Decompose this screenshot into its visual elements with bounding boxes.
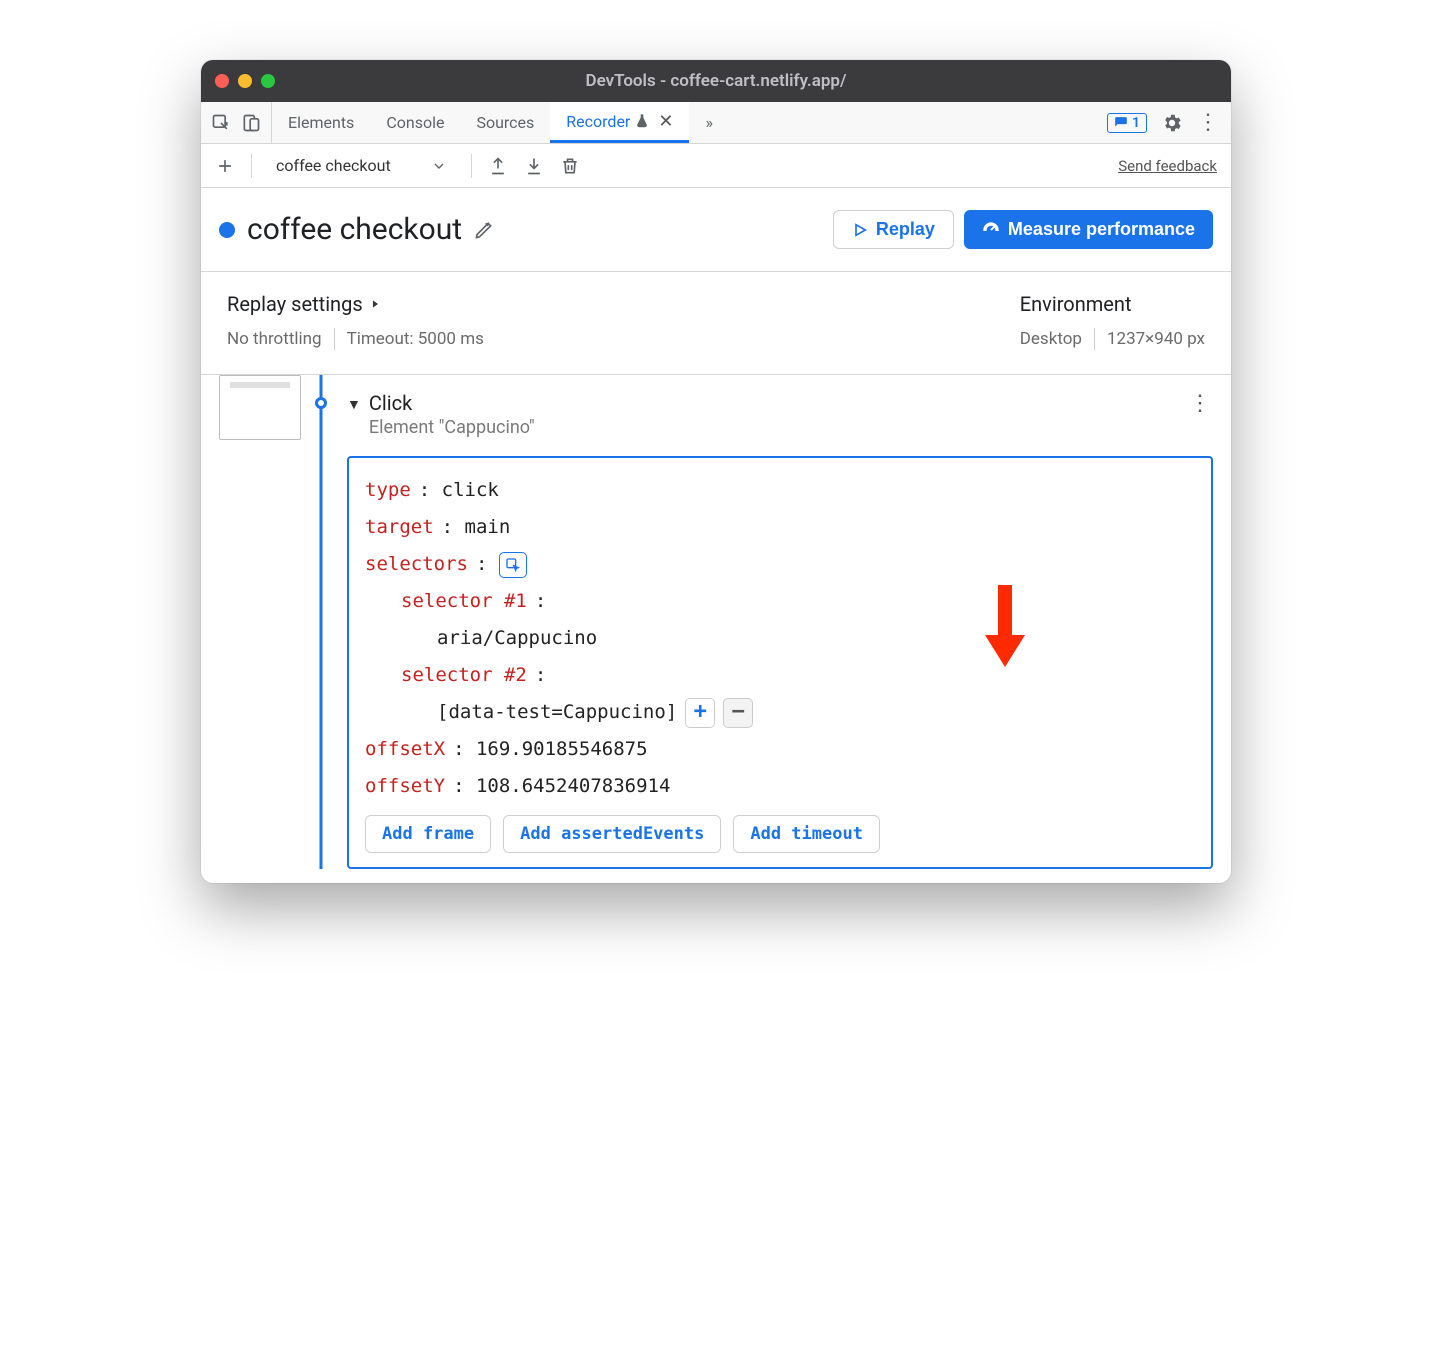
more-tabs-button[interactable]: » [689, 102, 729, 143]
devtools-window: DevTools - coffee-cart.netlify.app/ Elem… [201, 60, 1231, 883]
tab-label: Sources [476, 113, 534, 132]
recording-select[interactable]: coffee checkout [268, 152, 455, 179]
recording-header: coffee checkout Replay Measure performan… [201, 188, 1231, 272]
offsetx-value: : 169.90185546875 [453, 731, 647, 768]
caret-right-icon [369, 298, 381, 310]
remove-selector-button[interactable]: − [723, 698, 753, 728]
titlebar: DevTools - coffee-cart.netlify.app/ [201, 60, 1231, 102]
timeline-step-dot[interactable] [315, 397, 327, 409]
tab-sources[interactable]: Sources [460, 102, 550, 143]
kebab-menu-icon[interactable]: ⋮ [1197, 110, 1219, 135]
delete-icon[interactable] [560, 156, 580, 176]
minimize-window-button[interactable] [238, 74, 252, 88]
screenshot-thumbnail[interactable] [219, 375, 301, 440]
traffic-lights [215, 74, 275, 88]
steps-area: ▼ Click Element "Cappucino" ⋮ type: clic… [201, 375, 1231, 883]
target-value: : main [442, 509, 511, 546]
element-picker-icon[interactable] [499, 552, 527, 578]
flask-icon [634, 113, 650, 129]
recording-select-value: coffee checkout [276, 156, 391, 175]
step-title: Click [369, 391, 535, 415]
close-tab-icon[interactable]: ✕ [658, 111, 673, 132]
step-panel: ▼ Click Element "Cappucino" ⋮ type: clic… [341, 375, 1231, 869]
step-details: type: click target: main selectors: sele… [347, 456, 1213, 869]
timeout-value: Timeout: 5000 ms [347, 329, 484, 349]
devtools-tabbar: Elements Console Sources Recorder ✕ » 1 … [201, 102, 1231, 144]
maximize-window-button[interactable] [261, 74, 275, 88]
window-title: DevTools - coffee-cart.netlify.app/ [201, 71, 1231, 91]
replay-button-label: Replay [876, 219, 935, 240]
viewport-value: 1237×940 px [1107, 329, 1205, 349]
type-value: : click [419, 472, 499, 509]
selector-2-value[interactable]: [data-test=Cappucino] [437, 694, 677, 731]
device-value: Desktop [1020, 329, 1082, 349]
tab-console[interactable]: Console [370, 102, 460, 143]
recording-status-dot [219, 222, 235, 238]
export-icon[interactable] [488, 156, 508, 176]
tab-recorder[interactable]: Recorder ✕ [550, 102, 689, 143]
send-feedback-link[interactable]: Send feedback [1118, 157, 1217, 175]
tab-label: Console [386, 113, 444, 132]
device-toggle-icon[interactable] [241, 113, 261, 133]
step-menu-icon[interactable]: ⋮ [1189, 391, 1213, 416]
add-asserted-events-button[interactable]: Add assertedEvents [503, 815, 721, 853]
tab-elements[interactable]: Elements [272, 102, 370, 143]
tab-label: Recorder [566, 112, 630, 131]
recording-title: coffee checkout [247, 212, 462, 247]
settings-gear-icon[interactable] [1161, 112, 1183, 134]
measure-performance-button[interactable]: Measure performance [964, 210, 1213, 249]
add-timeout-button[interactable]: Add timeout [733, 815, 880, 853]
new-recording-icon[interactable] [215, 156, 235, 176]
close-window-button[interactable] [215, 74, 229, 88]
import-icon[interactable] [524, 156, 544, 176]
recorder-toolbar: coffee checkout Send feedback [201, 144, 1231, 188]
issues-badge[interactable]: 1 [1107, 113, 1147, 133]
add-frame-button[interactable]: Add frame [365, 815, 491, 853]
throttling-value: No throttling [227, 329, 322, 349]
edit-title-icon[interactable] [474, 220, 494, 240]
settings-row: Replay settings No throttling Timeout: 5… [201, 272, 1231, 375]
measure-button-label: Measure performance [1008, 219, 1195, 240]
issues-count: 1 [1132, 115, 1140, 131]
replay-button[interactable]: Replay [833, 210, 954, 249]
inspect-element-icon[interactable] [211, 113, 231, 133]
add-selector-button[interactable]: + [685, 698, 715, 728]
selector-1-value[interactable]: aria/Cappucino [437, 620, 597, 657]
timeline [301, 375, 341, 869]
chevron-down-icon [431, 158, 447, 174]
offsety-value: : 108.6452407836914 [453, 768, 670, 805]
replay-settings-heading[interactable]: Replay settings [227, 292, 484, 316]
tab-label: Elements [288, 113, 354, 132]
caret-down-icon[interactable]: ▼ [347, 396, 361, 413]
environment-heading: Environment [1020, 292, 1205, 316]
step-subtitle: Element "Cappucino" [369, 417, 535, 438]
